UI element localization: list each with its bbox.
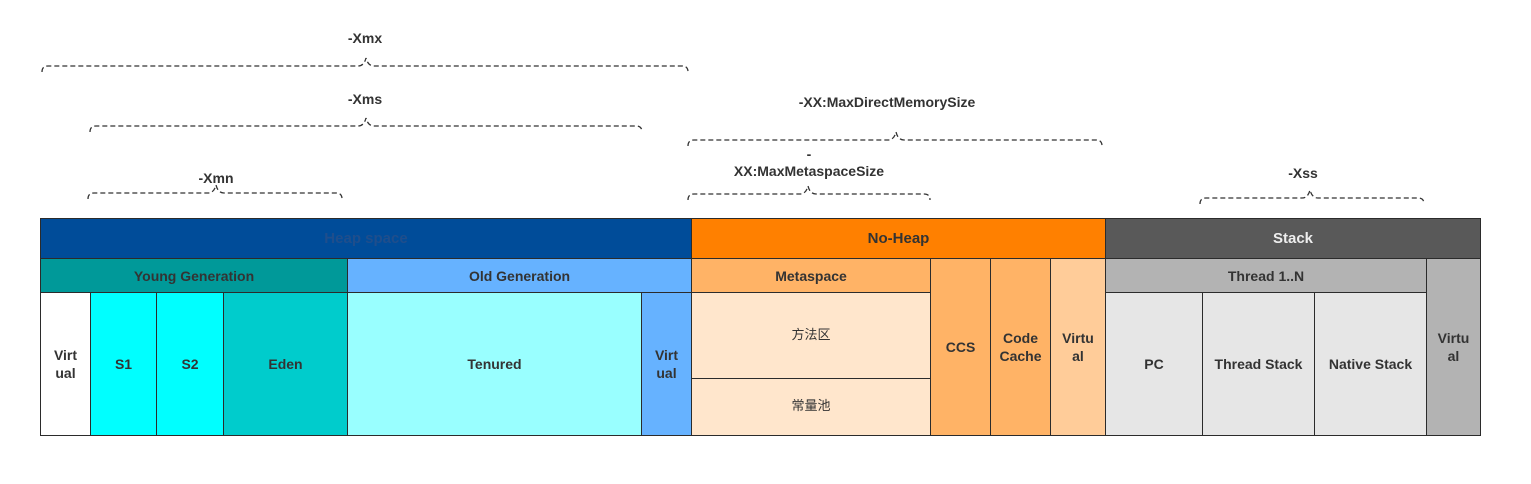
constant-pool-cell: 常量池: [691, 378, 931, 436]
no-heap-virtual-cell: Virtu al: [1050, 258, 1106, 436]
max-metaspace-dash: -: [806, 146, 812, 162]
stack-header: Stack: [1105, 218, 1481, 259]
max-metaspace-brace: [687, 185, 931, 201]
max-direct-memory-label: -XX:MaxDirectMemorySize: [798, 94, 976, 110]
old-generation-header: Old Generation: [347, 258, 692, 293]
ccs-cell: CCS: [930, 258, 991, 436]
xmn-label: -Xmn: [198, 170, 234, 186]
old-virtual-cell: Virt ual: [641, 292, 692, 436]
xms-brace: [89, 117, 643, 133]
metaspace-header: Metaspace: [691, 258, 931, 293]
eden-cell: Eden: [223, 292, 348, 436]
thread-header: Thread 1..N: [1105, 258, 1427, 293]
thread-stack-cell: Thread Stack: [1202, 292, 1315, 436]
max-direct-memory-brace: [687, 131, 1103, 147]
xms-label: -Xms: [347, 91, 383, 107]
xss-label: -Xss: [1288, 165, 1318, 181]
method-area-cell: 方法区: [691, 292, 931, 379]
heap-virtual-cell: Virt ual: [40, 292, 91, 436]
tenured-cell: Tenured: [347, 292, 642, 436]
xmx-brace: [41, 57, 689, 73]
native-stack-cell: Native Stack: [1314, 292, 1427, 436]
no-heap-header: No-Heap: [691, 218, 1106, 259]
pc-cell: PC: [1105, 292, 1203, 436]
code-cache-cell: Code Cache: [990, 258, 1051, 436]
xmn-brace: [87, 184, 343, 200]
s1-cell: S1: [90, 292, 157, 436]
xmx-label: -Xmx: [347, 30, 383, 46]
young-generation-header: Young Generation: [40, 258, 348, 293]
stack-virtual-cell: Virtu al: [1426, 258, 1481, 436]
heap-space-header: Heap space: [40, 218, 692, 259]
s2-cell: S2: [156, 292, 224, 436]
xss-brace: [1199, 189, 1425, 205]
max-metaspace-label: XX:MaxMetaspaceSize: [733, 163, 885, 179]
